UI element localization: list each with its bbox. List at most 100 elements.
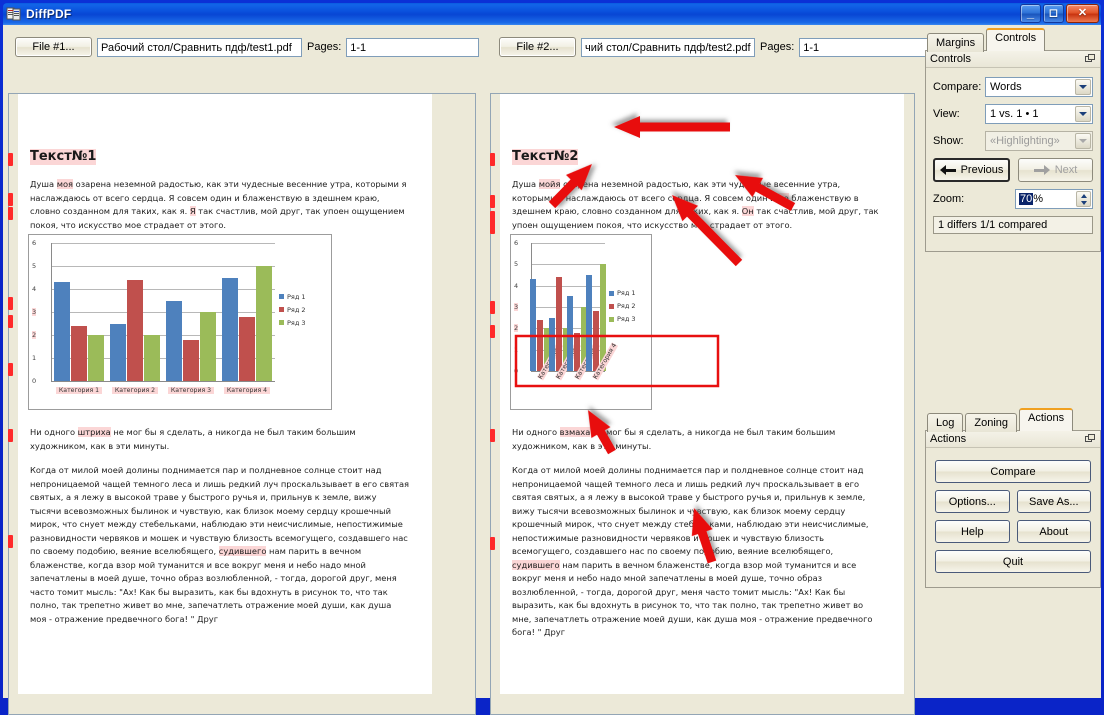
compare-value: Words [990, 81, 1022, 93]
tab-margins[interactable]: Margins [927, 33, 985, 52]
chart-legend-item: Ряд 1 [609, 289, 636, 297]
diff-marker[interactable] [490, 537, 495, 550]
previous-button[interactable]: Previous [933, 158, 1010, 182]
chevron-down-icon[interactable] [1075, 106, 1091, 122]
diff-marker[interactable] [8, 297, 13, 310]
arrow-left-icon [939, 165, 956, 175]
document-paragraph-3-right: Когда от милой моей долины поднимается п… [512, 464, 882, 640]
maximize-button[interactable]: ◻ [1043, 4, 1064, 23]
chart-gridline [51, 243, 275, 244]
chart-gridline [51, 289, 275, 290]
document-page-right: Текст№2 Душа мойя озарена неземной радос… [500, 94, 904, 694]
chart-right: 0123456Категория 1Категория 2Категория 3… [510, 234, 652, 410]
diff-marker[interactable] [8, 153, 13, 166]
chart-bar [166, 300, 182, 381]
diff-marker[interactable] [8, 207, 13, 220]
diff-marker[interactable] [490, 325, 495, 338]
spinner-arrows-icon[interactable] [1076, 191, 1091, 207]
app-icon [6, 6, 22, 22]
document-pane-left[interactable]: Текст№1 Душа моя озарена неземной радост… [8, 93, 476, 715]
document-scroll-right[interactable]: Текст№2 Душа мойя озарена неземной радос… [491, 94, 914, 714]
file1-button[interactable]: File #1... [15, 37, 92, 57]
compare-button[interactable]: Compare [935, 460, 1091, 483]
file1-path-input[interactable]: Рабочий стол/Сравнить пдф/test1.pdf [97, 37, 302, 57]
file2-pages-input[interactable]: 1-1 [799, 37, 933, 57]
quit-button[interactable]: Quit [935, 550, 1091, 573]
zoom-label: Zoom: [933, 193, 965, 205]
tab-zoning[interactable]: Zoning [965, 413, 1017, 432]
chart-y-tick: 3 [514, 303, 519, 311]
view-select[interactable]: 1 vs. 1 • 1 [985, 104, 1093, 124]
tab-controls[interactable]: Controls [986, 28, 1046, 51]
chart-y-tick: 3 [32, 308, 37, 316]
minimize-button[interactable]: _ [1020, 4, 1041, 23]
chart-bar [183, 339, 199, 381]
tab-label: Actions [1028, 412, 1065, 424]
diff-marker[interactable] [8, 315, 13, 328]
client-area: File #1... Рабочий стол/Сравнить пдф/tes… [3, 25, 1101, 715]
float-window-icon[interactable] [1085, 54, 1096, 64]
show-label: Show: [933, 135, 964, 147]
file2-pages-label: Pages: [760, 41, 795, 53]
tab-log[interactable]: Log [927, 413, 964, 432]
view-label: View: [933, 108, 960, 120]
chevron-down-icon[interactable] [1075, 79, 1091, 95]
chevron-down-icon [1075, 133, 1091, 149]
options-button[interactable]: Options... [935, 490, 1010, 513]
chart-y-tick: 2 [32, 331, 37, 339]
diff-marker[interactable] [490, 429, 495, 442]
zoom-stepper[interactable]: 70 % [1015, 189, 1093, 209]
about-button[interactable]: About [1016, 520, 1091, 543]
chart-bar [222, 277, 238, 381]
float-window-icon[interactable] [1085, 434, 1096, 444]
document-pane-right[interactable]: Текст№2 Душа мойя озарена неземной радос… [490, 93, 915, 715]
file2-path-input[interactable]: чий стол/Сравнить пдф/test2.pdf [581, 37, 755, 57]
chart-bar [110, 323, 126, 381]
close-icon: ✕ [1077, 7, 1088, 19]
document-paragraph-2-left: Ни одного штриха не мог бы я сделать, а … [30, 426, 410, 453]
chart-category-label: Категория 2 [112, 387, 158, 394]
chart-y-tick: 4 [514, 281, 519, 290]
save-as-button[interactable]: Save As... [1016, 490, 1091, 513]
compare-select[interactable]: Words [985, 77, 1093, 97]
help-about-row: Help About [935, 520, 1091, 543]
compare-label: Compare: [933, 81, 982, 93]
file2-group: File #2... чий стол/Сравнить пдф/test2.p… [499, 37, 933, 57]
diff-gutter-right [489, 93, 498, 715]
diff-marker[interactable] [8, 193, 13, 206]
diff-marker[interactable] [8, 429, 13, 442]
document-paragraph-1-right: Душа мойя озарена неземной радостью, как… [512, 178, 882, 232]
tab-label: Margins [936, 37, 976, 49]
options-save-row: Options... Save As... [935, 490, 1091, 513]
diff-highlight: мойя [538, 179, 561, 189]
chart-y-tick: 2 [514, 324, 519, 333]
chart-y-tick: 0 [32, 377, 37, 385]
help-button[interactable]: Help [935, 520, 1010, 543]
previous-button-label: Previous [960, 164, 1004, 176]
file1-pages-input[interactable]: 1-1 [346, 37, 480, 57]
document-heading-right: Текст№2 [512, 149, 579, 165]
diff-marker[interactable] [490, 301, 495, 314]
file2-button[interactable]: File #2... [499, 37, 576, 57]
chart-legend-item: Ряд 2 [279, 306, 306, 314]
show-value: «Highlighting» [990, 135, 1060, 147]
document-scroll-left[interactable]: Текст№1 Душа моя озарена неземной радост… [9, 94, 475, 714]
chart-bar [88, 335, 104, 381]
chart-category-label: Категория 1 [56, 387, 102, 394]
diff-marker[interactable] [490, 195, 495, 208]
diff-marker[interactable] [8, 535, 13, 548]
chart-y-tick: 4 [32, 285, 37, 293]
show-select[interactable]: «Highlighting» [985, 131, 1093, 151]
chart-gridline [531, 243, 605, 244]
diff-marker[interactable] [490, 221, 495, 234]
chart-y-tick: 5 [32, 262, 37, 270]
diff-marker[interactable] [8, 363, 13, 376]
legend-label: Ряд 1 [617, 289, 636, 298]
close-button[interactable]: ✕ [1066, 4, 1099, 23]
chart-bar [592, 311, 599, 371]
tab-actions[interactable]: Actions [1019, 408, 1074, 431]
next-button[interactable]: Next [1018, 158, 1093, 182]
text-run: Ни одного [30, 427, 78, 437]
diff-marker[interactable] [490, 153, 495, 166]
chart-legend-item: Ряд 3 [279, 319, 306, 327]
